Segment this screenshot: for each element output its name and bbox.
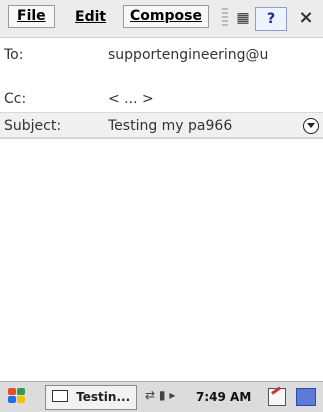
- menu-file-label: File: [17, 8, 46, 24]
- mail-icon: [52, 390, 68, 402]
- subject-field[interactable]: Testing my pa966: [108, 118, 278, 134]
- cc-label: Cc:: [4, 91, 27, 107]
- menu-file[interactable]: File: [8, 5, 55, 28]
- contacts-icon[interactable]: ▦: [232, 7, 254, 29]
- tray-icons: ⇄ ▮ ▸: [145, 388, 175, 402]
- battery-icon[interactable]: ▮: [159, 388, 166, 402]
- to-label: To:: [4, 47, 24, 63]
- cc-row[interactable]: Cc: < ... >: [0, 86, 323, 110]
- toolbar-grip: [222, 8, 228, 28]
- menu-edit[interactable]: Edit: [75, 9, 106, 25]
- help-glyph: ?: [266, 11, 276, 27]
- tray-arrow-icon[interactable]: ▸: [169, 388, 175, 402]
- close-glyph: ×: [298, 7, 314, 28]
- expand-header-icon[interactable]: [303, 118, 319, 134]
- help-icon[interactable]: ?: [255, 7, 287, 31]
- taskbar-clock[interactable]: 7:49 AM: [196, 390, 251, 404]
- cc-field[interactable]: < ... >: [108, 91, 154, 107]
- taskbar: Testin... ⇄ ▮ ▸ 7:49 AM: [0, 381, 323, 412]
- network-icon[interactable]: ⇄: [145, 388, 155, 402]
- input-panel-icon[interactable]: [296, 388, 316, 406]
- menu-compose-label: Compose: [130, 8, 202, 24]
- to-row[interactable]: To: supportengineering@u: [0, 42, 323, 66]
- subject-label: Subject:: [4, 118, 62, 134]
- to-field[interactable]: supportengineering@u: [108, 47, 318, 63]
- menu-edit-label: Edit: [75, 9, 107, 25]
- menu-compose[interactable]: Compose: [123, 5, 209, 28]
- menu-bar: File Edit Compose ▦ ? ×: [0, 0, 323, 38]
- input-pen-icon[interactable]: [268, 388, 286, 406]
- message-header: To: supportengineering@u Cc: < ... > Sub…: [0, 38, 323, 139]
- taskbar-message-button[interactable]: Testin...: [45, 385, 137, 410]
- windows-start-icon[interactable]: [8, 388, 28, 406]
- message-body[interactable]: [0, 138, 323, 377]
- subject-row[interactable]: Subject: Testing my pa966: [0, 112, 323, 138]
- close-icon[interactable]: ×: [294, 7, 318, 29]
- taskbar-message-label: Testin...: [76, 390, 131, 404]
